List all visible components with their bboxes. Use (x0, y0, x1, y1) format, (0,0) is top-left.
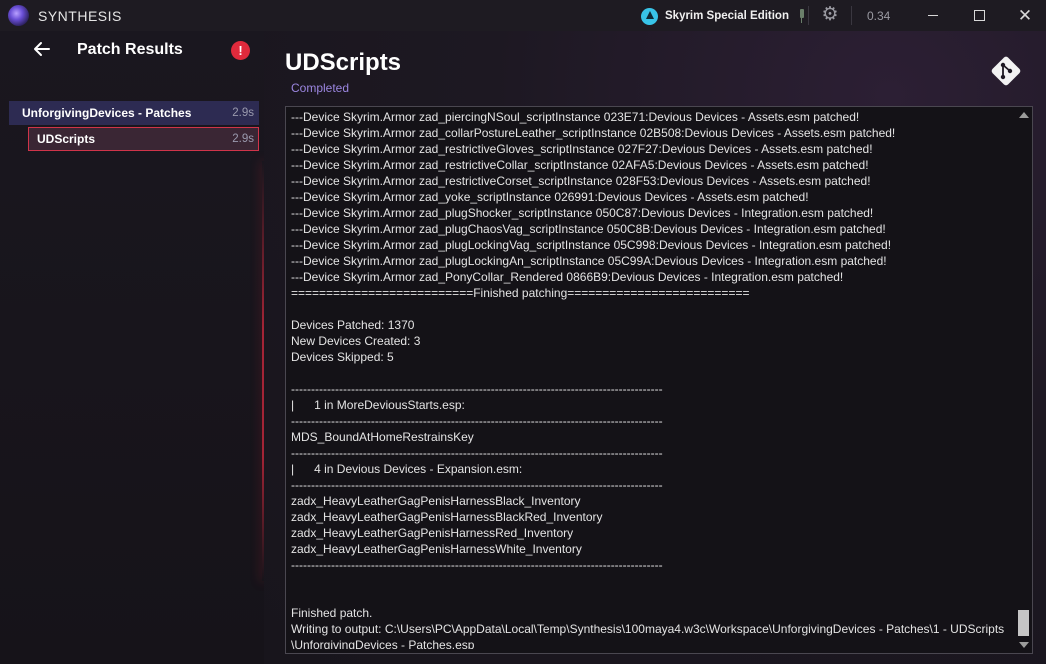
game-label: Skyrim Special Edition (665, 10, 789, 22)
log-line: ---Device Skyrim.Armor zad_restrictiveCo… (291, 174, 871, 188)
skyrim-icon (641, 7, 658, 25)
log-line: ----------------------------------------… (291, 414, 663, 428)
patch-group-time: 2.9s (232, 107, 254, 119)
log-line: ---Device Skyrim.Armor zad_plugLockingAn… (291, 254, 887, 268)
patcher-title: UDScripts (285, 49, 402, 76)
log-line: | 1 in MoreDeviousStarts.esp: (291, 398, 465, 412)
sidebar-item-udscripts[interactable]: UDScripts 2.9s (28, 127, 259, 151)
log-line: zadx_HeavyLeatherGagPenisHarnessRed_Inve… (291, 526, 574, 540)
minimize-button[interactable] (910, 0, 956, 31)
log-line: ---Device Skyrim.Armor zad_restrictiveGl… (291, 142, 873, 156)
log-line: ==========================Finished patch… (291, 286, 750, 300)
log-line: Finished patch. (291, 606, 373, 620)
error-icon[interactable]: ! (231, 41, 250, 60)
synthesis-logo-icon (8, 5, 29, 26)
log-line: zadx_HeavyLeatherGagPenisHarnessBlackRed… (291, 510, 603, 524)
log-line: zadx_HeavyLeatherGagPenisHarnessBlack_In… (291, 494, 581, 508)
divider (851, 6, 852, 25)
log-line: ---Device Skyrim.Armor zad_PonyCollar_Re… (291, 270, 844, 284)
log-line: MDS_BoundAtHomeRestrainsKey (291, 430, 474, 444)
page-title: Patch Results (77, 41, 183, 58)
divider (808, 6, 809, 25)
log-line: Devices Patched: 1370 (291, 318, 415, 332)
status-label: Completed (291, 81, 350, 95)
sidebar: Patch Results ! UnforgivingDevices - Pat… (0, 31, 264, 664)
log-line: ----------------------------------------… (291, 558, 663, 572)
log-line: ---Device Skyrim.Armor zad_plugChaosVag_… (291, 222, 886, 236)
patcher-time: 2.9s (232, 133, 254, 145)
patcher-name: UDScripts (37, 132, 96, 146)
version-label: 0.34 (867, 9, 891, 23)
game-selector[interactable]: Skyrim Special Edition (641, 6, 805, 26)
log-line: ---Device Skyrim.Armor zad_yoke_scriptIn… (291, 190, 809, 204)
log-line: ---Device Skyrim.Armor zad_restrictiveCo… (291, 158, 869, 172)
log-line: ----------------------------------------… (291, 478, 663, 492)
sidebar-item-patch-group[interactable]: UnforgivingDevices - Patches 2.9s (9, 101, 259, 125)
scroll-down-icon[interactable] (1019, 642, 1029, 648)
log-line: | 4 in Devious Devices - Expansion.esm: (291, 462, 523, 476)
scroll-up-icon[interactable] (1019, 112, 1029, 118)
gear-icon[interactable]: ⚙ (820, 5, 840, 25)
app-title: SYNTHESIS (38, 8, 122, 24)
close-button[interactable]: ✕ (1002, 0, 1046, 31)
log-line: ----------------------------------------… (291, 446, 663, 460)
log-line: New Devices Created: 3 (291, 334, 421, 348)
log-line: ----------------------------------------… (291, 382, 663, 396)
log-line: Writing to output: C:\Users\PC\AppData\L… (291, 622, 1005, 636)
title-bar: SYNTHESIS Skyrim Special Edition ⚙ 0.34 … (0, 0, 1046, 31)
log-line: ---Device Skyrim.Armor zad_piercingNSoul… (291, 110, 860, 124)
log-line: ---Device Skyrim.Armor zad_plugLockingVa… (291, 238, 892, 252)
plug-icon (799, 9, 805, 23)
log-scrollbar[interactable] (1016, 107, 1032, 653)
maximize-button[interactable] (956, 0, 1002, 31)
log-line: Devices Skipped: 5 (291, 350, 394, 364)
main-panel: UDScripts Completed ---Device Skyrim.Arm… (264, 31, 1046, 664)
git-icon[interactable] (988, 53, 1024, 89)
log-line: zadx_HeavyLeatherGagPenisHarnessWhite_In… (291, 542, 582, 556)
patch-group-name: UnforgivingDevices - Patches (22, 106, 192, 120)
log-lines: ---Device Skyrim.Armor zad_piercingNSoul… (291, 109, 1016, 649)
log-output[interactable]: ---Device Skyrim.Armor zad_piercingNSoul… (285, 106, 1033, 654)
scroll-thumb[interactable] (1018, 610, 1029, 636)
log-line: \UnforgivingDevices - Patches.esp (291, 638, 475, 649)
back-arrow-icon[interactable] (32, 39, 52, 59)
log-line: ---Device Skyrim.Armor zad_plugShocker_s… (291, 206, 874, 220)
log-line: ---Device Skyrim.Armor zad_collarPosture… (291, 126, 896, 140)
